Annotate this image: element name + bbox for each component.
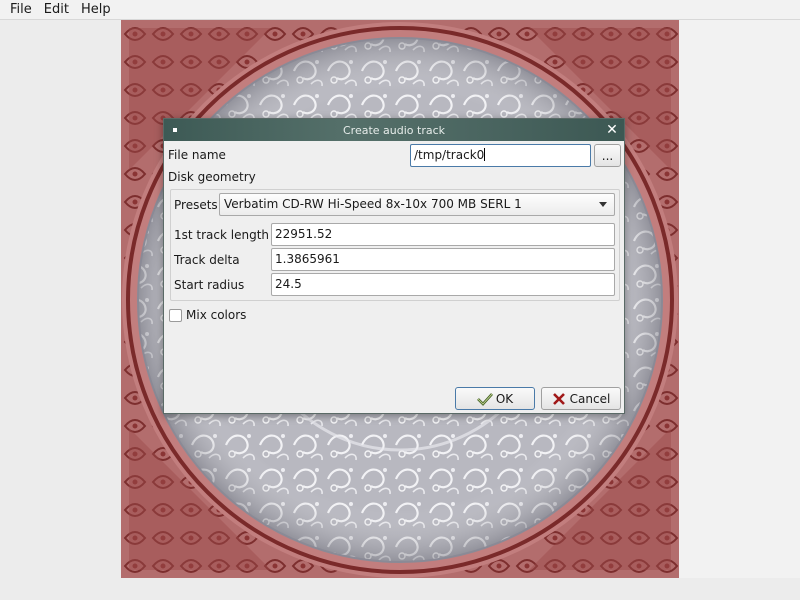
close-icon[interactable]: ✕ — [604, 122, 620, 138]
ok-button[interactable]: OK — [455, 387, 535, 410]
file-name-label: File name — [168, 148, 226, 162]
menu-help[interactable]: Help — [76, 0, 116, 20]
track-delta-input[interactable]: 1.3865961 — [271, 248, 615, 271]
track-delta-label: Track delta — [174, 253, 240, 267]
file-name-input[interactable]: /tmp/track0 — [410, 144, 591, 167]
presets-label: Presets — [174, 198, 218, 212]
start-radius-label: Start radius — [174, 278, 245, 292]
presets-value: Verbatim CD-RW Hi-Speed 8x-10x 700 MB SE… — [224, 197, 522, 211]
dialog-titlebar[interactable]: Create audio track ✕ — [164, 119, 624, 141]
browse-button[interactable]: ... — [594, 144, 621, 167]
window-menu-icon[interactable] — [173, 128, 177, 132]
menu-file[interactable]: File — [5, 0, 37, 20]
presets-dropdown[interactable]: Verbatim CD-RW Hi-Speed 8x-10x 700 MB SE… — [219, 193, 615, 216]
right-background — [679, 20, 800, 578]
first-track-length-input[interactable]: 22951.52 — [271, 223, 615, 246]
start-radius-input[interactable]: 24.5 — [271, 273, 615, 296]
create-audio-track-dialog: Create audio track ✕ File name /tmp/trac… — [163, 118, 625, 414]
disk-geometry-label: Disk geometry — [168, 170, 256, 184]
menu-edit[interactable]: Edit — [39, 0, 74, 20]
file-name-value: /tmp/track0 — [414, 148, 485, 162]
disk-geometry-group: Presets Verbatim CD-RW Hi-Speed 8x-10x 7… — [170, 189, 620, 301]
status-strip — [0, 578, 800, 600]
ok-label: OK — [495, 391, 514, 406]
cancel-button[interactable]: Cancel — [541, 387, 621, 410]
dialog-title: Create audio track — [342, 123, 446, 137]
text-caret — [484, 148, 486, 161]
menu-bar: File Edit Help — [0, 0, 800, 20]
mix-colors-checkbox[interactable] — [169, 309, 182, 322]
chevron-down-icon — [599, 202, 607, 207]
cancel-label: Cancel — [569, 391, 611, 406]
first-track-length-label: 1st track length — [174, 228, 270, 242]
checkmark-icon — [476, 392, 493, 406]
cancel-x-icon — [552, 392, 565, 405]
mix-colors-label[interactable]: Mix colors — [186, 308, 246, 322]
